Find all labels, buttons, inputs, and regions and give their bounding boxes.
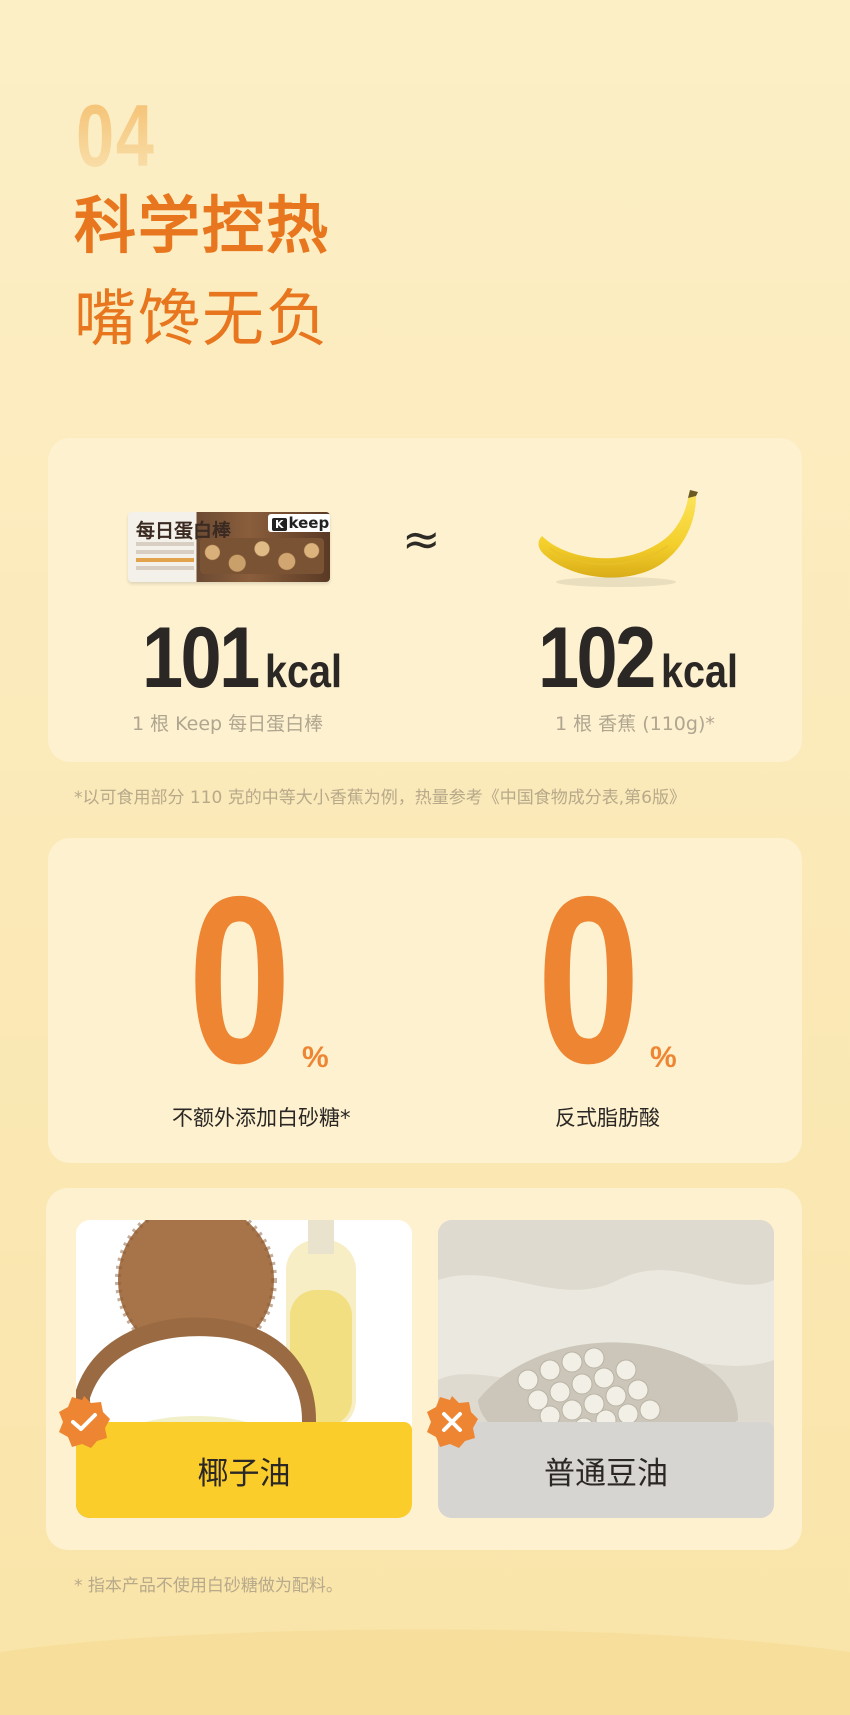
banana-image xyxy=(538,490,698,587)
left-kcal: 101 kcal xyxy=(142,615,354,701)
left-caption: 1 根 Keep 每日蛋白棒 xyxy=(132,713,324,735)
left-kcal-unit: kcal xyxy=(264,645,342,697)
soybean-oil-label: 普通豆油 xyxy=(438,1422,774,1518)
cross-icon xyxy=(427,1396,478,1448)
bottom-wave xyxy=(0,1629,850,1715)
zero-trans-fat-unit: % xyxy=(650,1041,677,1074)
title-line-1: 科学控热 xyxy=(74,189,331,262)
zero-sugar-label: 不额外添加白砂糖* xyxy=(172,1106,351,1130)
calorie-footnote: *以可食用部分 110 克的中等大小香蕉为例，热量参考《中国食物成分表,第6版》 xyxy=(74,788,686,808)
right-kcal-unit: kcal xyxy=(660,645,738,697)
right-kcal-value: 102 xyxy=(538,610,656,706)
check-icon xyxy=(59,1396,110,1448)
protein-bar-brand-text: keep xyxy=(288,514,330,532)
right-kcal: 102 kcal xyxy=(538,615,750,701)
right-caption: 1 根 香蕉 (110g)* xyxy=(555,713,715,735)
protein-bar-nuts xyxy=(200,538,324,574)
left-kcal-value: 101 xyxy=(142,610,260,706)
section-number: 04 xyxy=(76,86,156,185)
sugar-footnote: * 指本产品不使用白砂糖做为配料。 xyxy=(74,1576,343,1596)
coconut-oil-text: 椰子油 xyxy=(197,1455,291,1492)
zero-trans-fat-value: 0 xyxy=(537,848,641,1113)
protein-bar-label-strip xyxy=(136,542,194,576)
coconut-oil-label: 椰子油 xyxy=(76,1422,412,1518)
zero-sugar-value: 0 xyxy=(188,848,292,1113)
soybean-oil-text: 普通豆油 xyxy=(544,1455,668,1492)
approx-symbol: ≈ xyxy=(402,512,441,566)
protein-bar-brand: Kkeep xyxy=(268,514,330,532)
zero-stats-card xyxy=(48,838,802,1163)
zero-trans-fat-label: 反式脂肪酸 xyxy=(555,1106,660,1130)
title-line-2: 嘴馋无负 xyxy=(74,282,331,355)
zero-sugar-unit: % xyxy=(302,1041,329,1074)
protein-bar-image: 每日蛋白棒 Kkeep xyxy=(128,512,330,582)
